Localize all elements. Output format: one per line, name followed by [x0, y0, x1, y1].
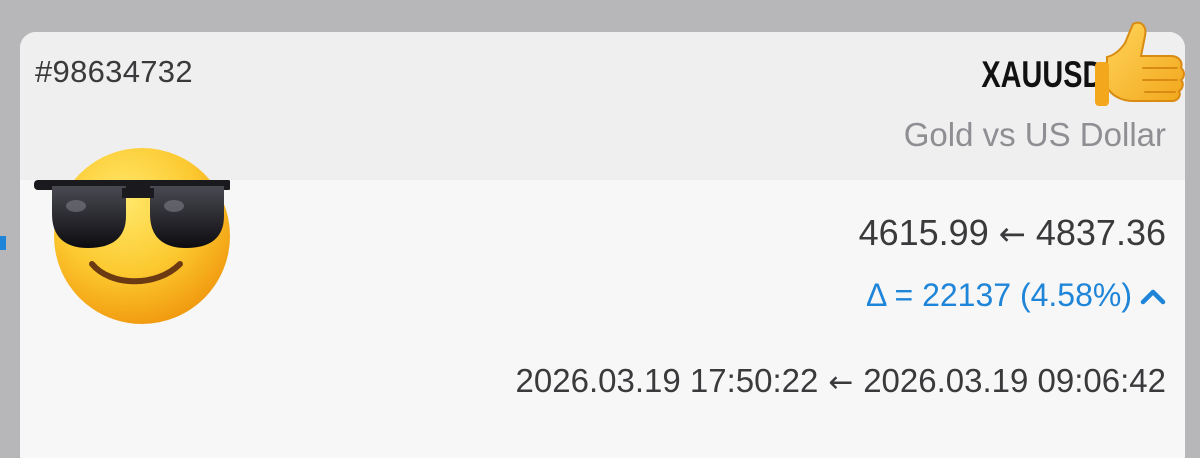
left-arrow-icon: ←	[998, 215, 1026, 253]
delta-value: Δ = 22137 (4.58%)	[866, 277, 1132, 313]
price-line: 4615.99 ← 4837.36	[859, 212, 1166, 254]
symbol-description: Gold vs US Dollar	[903, 116, 1166, 153]
close-price: 4615.99	[858, 212, 989, 253]
open-price: 4837.36	[1035, 212, 1166, 253]
close-time: 2026.03.19 17:50:22	[515, 362, 819, 399]
left-arrow-icon: ←	[828, 365, 854, 400]
open-time: 2026.03.19 09:06:42	[863, 362, 1166, 399]
order-id: #98634732	[35, 54, 193, 89]
time-line: 2026.03.19 17:50:22 ← 2026.03.19 09:06:42	[516, 362, 1166, 400]
status-indicator	[0, 236, 6, 250]
chevron-up-icon	[1140, 289, 1166, 304]
symbol-label: XAUUSD.	[981, 54, 1112, 95]
thumbs-up-emoji-icon	[1095, 21, 1185, 106]
delta-line: Δ = 22137 (4.58%)	[866, 277, 1166, 314]
sunglasses-emoji-icon	[34, 148, 230, 324]
